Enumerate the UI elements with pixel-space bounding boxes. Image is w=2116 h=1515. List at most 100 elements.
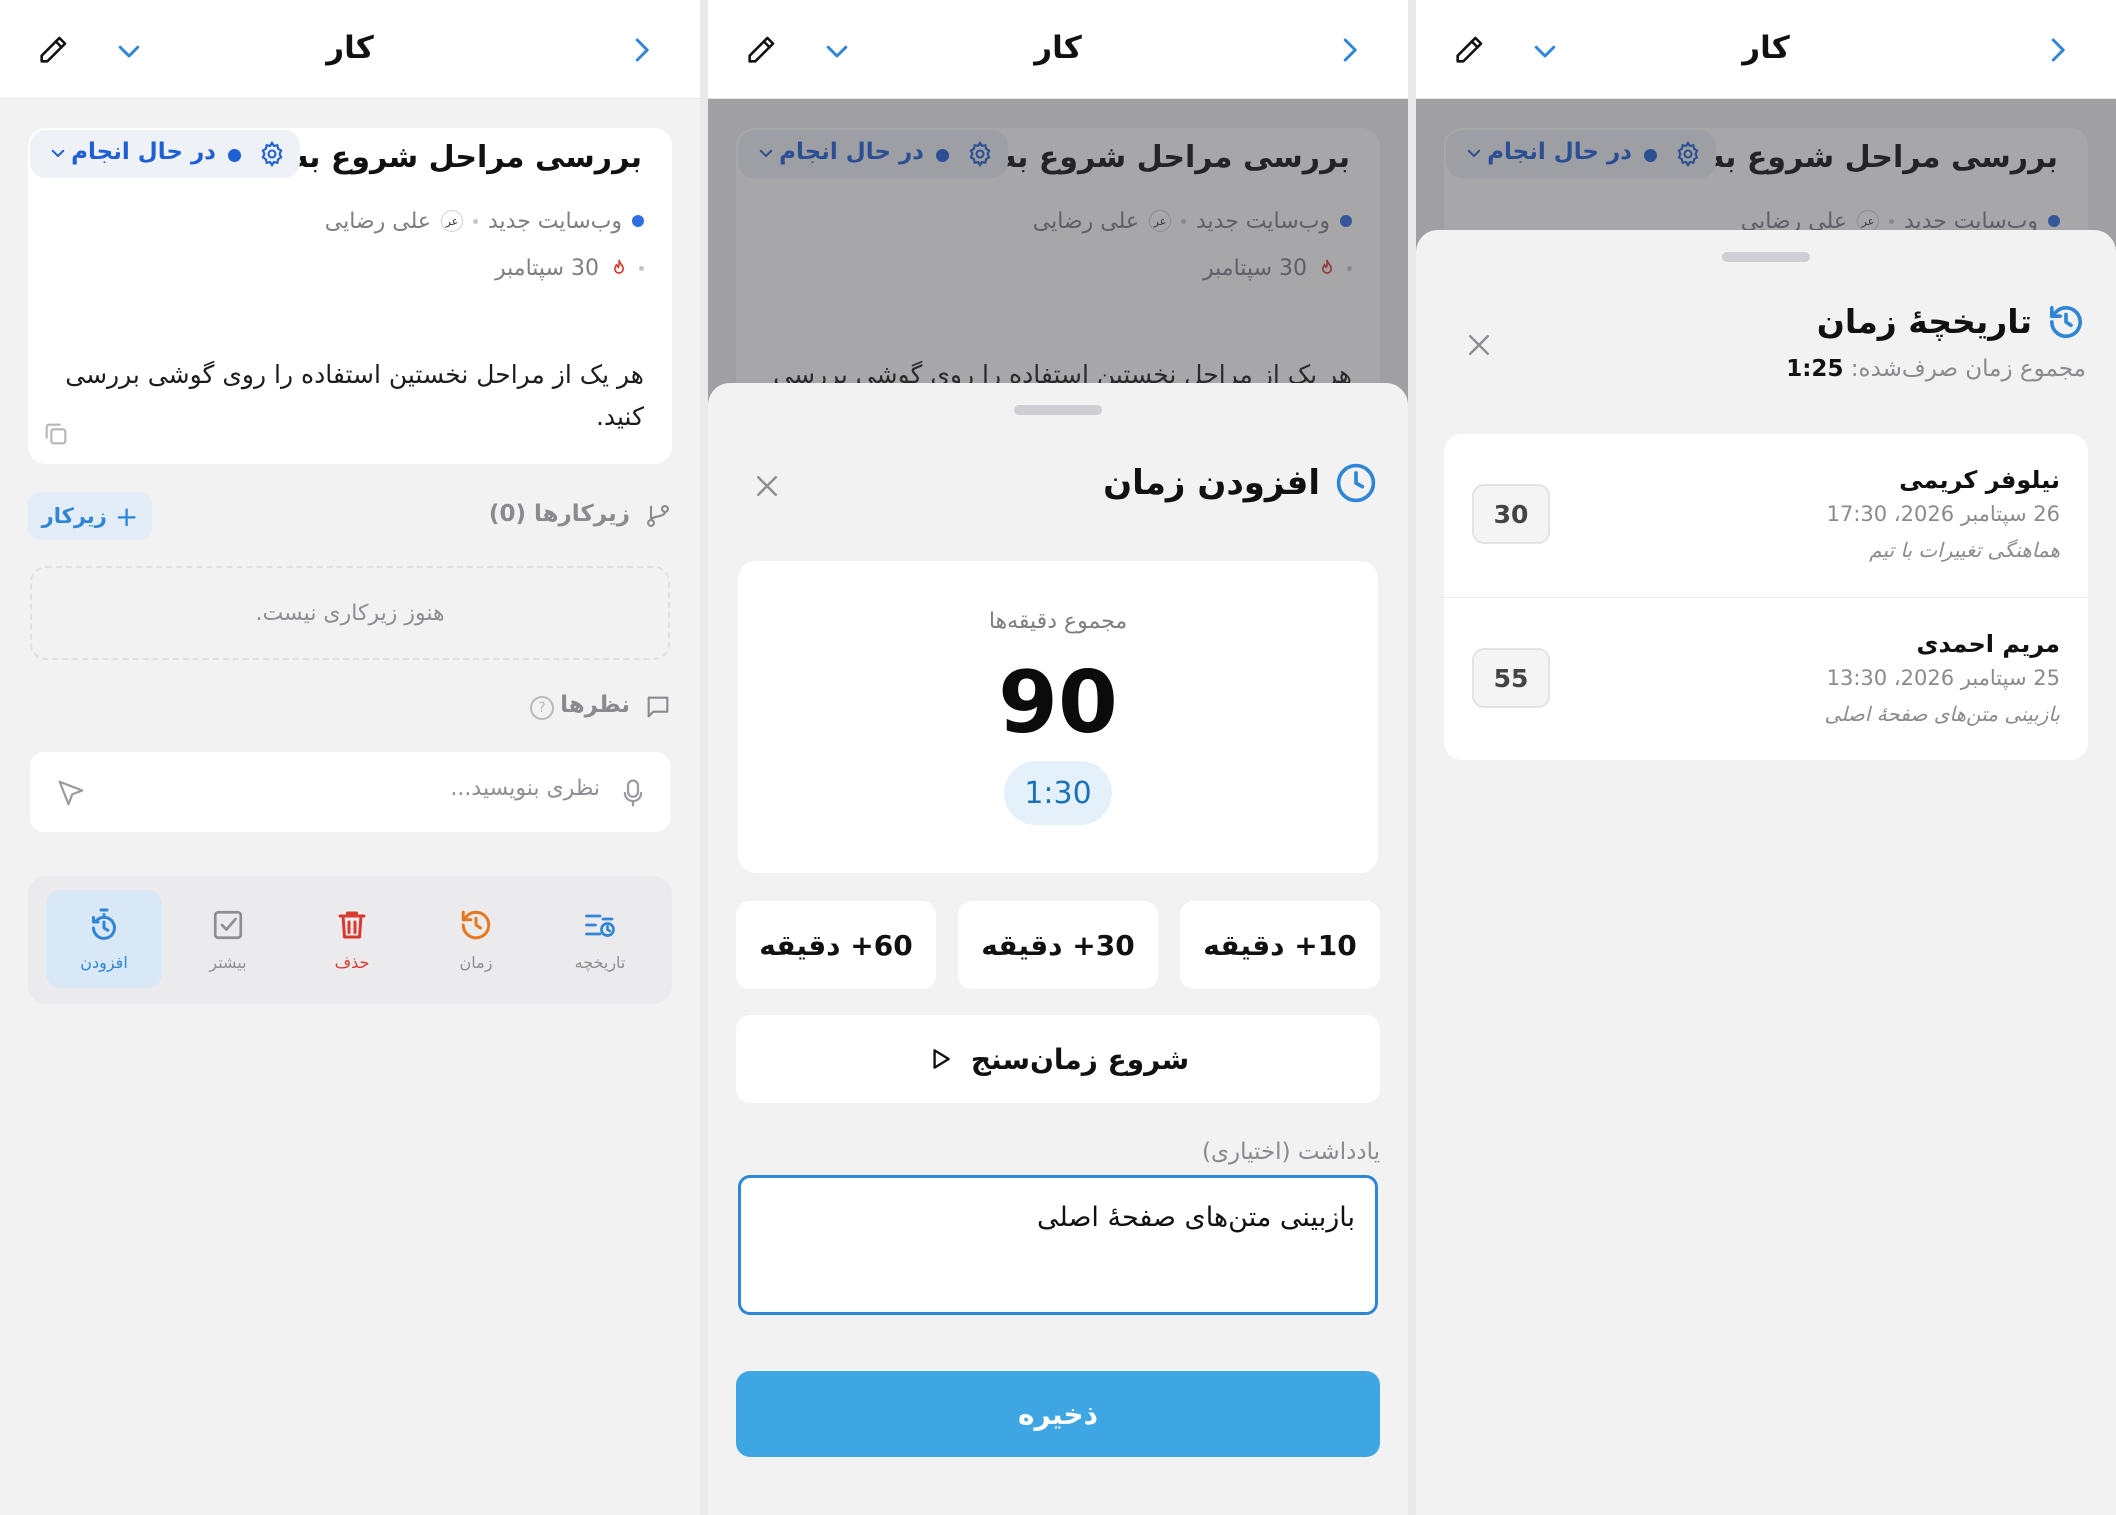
play-icon	[933, 1049, 950, 1069]
save-button[interactable]: ذخیره	[736, 1371, 1380, 1457]
screen-task-detail: کار بررسی مراحل شروع به کار در حال انجام…	[0, 0, 700, 1515]
minutes-summary-card: مجموع دقیقه‌ها 90 1:30	[738, 561, 1378, 873]
add-time-sheet: افزودن زمان مجموع دقیقه‌ها 90 1:30 10+ د…	[708, 383, 1408, 1515]
chevron-down-icon[interactable]	[112, 36, 146, 66]
close-icon[interactable]	[1464, 330, 1494, 360]
sheet-drag-handle[interactable]	[1014, 405, 1102, 415]
chevron-down-icon[interactable]	[1528, 36, 1562, 66]
pencil-icon[interactable]	[1452, 33, 1486, 67]
history-action-button[interactable]: تاریخچه	[542, 890, 658, 988]
entry-datetime: 25 سپتامبر 2026، 13:30	[1826, 666, 2060, 690]
comment-placeholder: نظری بنویسید...	[450, 776, 600, 801]
copy-icon[interactable]	[42, 420, 70, 448]
time-action-button[interactable]: زمان	[418, 890, 534, 988]
time-history-sheet: تاریخچهٔ زمان مجموع زمان صرف‌شده: 1:25 ن…	[1416, 230, 2116, 1515]
list-item[interactable]: نیلوفر کریمی 26 سپتامبر 2026، 17:30 هماه…	[1444, 434, 2088, 596]
trash-icon	[338, 911, 366, 938]
screen-divider	[1408, 0, 1416, 1515]
sheet-drag-handle[interactable]	[1722, 252, 1810, 262]
comment-bubble-icon	[647, 696, 669, 718]
total-time-label: مجموع زمان صرف‌شده:	[1850, 356, 2086, 382]
checkbox-icon	[213, 910, 243, 939]
pencil-icon[interactable]	[36, 33, 70, 67]
start-timer-button[interactable]: شروع زمان‌سنج	[736, 1015, 1380, 1103]
microphone-icon[interactable]	[622, 778, 644, 808]
screen-divider	[700, 0, 708, 1515]
due-date: 30 سپتامبر	[495, 255, 599, 281]
subtasks-label: زیرکارها (0)	[488, 501, 630, 527]
add-time-action-button[interactable]: افزودن	[46, 890, 162, 988]
task-due-row: 30 سپتامبر	[495, 253, 644, 283]
status-label: در حال انجام	[71, 139, 216, 165]
delete-action-label: حذف	[334, 952, 370, 972]
add-10-minutes-button[interactable]: 10+ دقیقه	[1180, 901, 1380, 989]
pencil-icon[interactable]	[744, 33, 778, 67]
separator-dot	[639, 265, 644, 271]
chevron-down-icon	[51, 149, 65, 157]
avatar: عر	[440, 210, 463, 232]
clock-icon	[1336, 463, 1376, 503]
add-60-minutes-button[interactable]: 60+ دقیقه	[736, 901, 936, 989]
status-dot	[228, 149, 241, 162]
page-title: کار	[1742, 30, 1790, 66]
app-header: کار	[708, 0, 1408, 99]
note-textarea[interactable]: بازبینی متن‌های صفحهٔ اصلی	[738, 1175, 1378, 1315]
plus-icon: +	[114, 499, 139, 533]
list-item[interactable]: مریم احمدی 25 سپتامبر 2026، 13:30 بازبین…	[1444, 597, 2088, 759]
timer-add-icon	[92, 908, 116, 940]
comments-header: نظرها ?	[28, 688, 672, 728]
hours-chip: 1:30	[1004, 761, 1112, 825]
entry-datetime: 26 سپتامبر 2026، 17:30	[1826, 502, 2060, 526]
separator-dot	[472, 218, 478, 224]
subtasks-empty-state: هنوز زیرکاری نیست.	[30, 566, 670, 660]
entry-minutes-badge: 30	[1472, 484, 1550, 544]
add-subtask-label: زیرکار	[41, 504, 107, 528]
branch-icon	[647, 505, 669, 527]
app-header: کار	[1416, 0, 2116, 99]
comment-input[interactable]: نظری بنویسید...	[30, 752, 670, 832]
entry-user-name: نیلوفر کریمی	[1899, 466, 2060, 494]
history-action-label: تاریخچه	[574, 952, 626, 972]
more-action-button[interactable]: بیشتر	[170, 890, 286, 988]
total-time-value: 1:25	[1786, 356, 1844, 382]
task-meta-row: وب‌سایت جدید عر علی رضایی	[325, 206, 644, 236]
project-name: وب‌سایت جدید	[487, 208, 622, 234]
app-header: کار	[0, 0, 700, 99]
project-color-dot	[632, 215, 644, 227]
quick-add-row: 10+ دقیقه 30+ دقیقه 60+ دقیقه	[736, 901, 1380, 989]
status-dropdown[interactable]: در حال انجام	[30, 130, 300, 178]
total-time-row: مجموع زمان صرف‌شده: 1:25	[1786, 356, 2086, 382]
delete-action-button[interactable]: حذف	[294, 890, 410, 988]
add-subtask-button[interactable]: + زیرکار	[28, 492, 152, 540]
time-history-list: نیلوفر کریمی 26 سپتامبر 2026، 17:30 هماه…	[1444, 434, 2088, 760]
history-list-icon	[585, 914, 615, 937]
start-timer-label: شروع زمان‌سنج	[970, 1042, 1190, 1076]
clock-rewind-icon	[461, 910, 491, 939]
send-icon[interactable]	[56, 778, 86, 808]
subtasks-header: زیرکارها (0) + زیرکار	[28, 492, 672, 542]
entry-note: هماهنگی تغییرات با تیم	[1869, 538, 2060, 562]
screen-time-history: کار بررسی مراحل شروع به کار در حال انجام…	[1416, 0, 2116, 1515]
add-time-action-label: افزودن	[80, 952, 128, 972]
page-title: کار	[1034, 30, 1082, 66]
minutes-label: مجموع دقیقه‌ها	[988, 609, 1128, 634]
chevron-down-icon[interactable]	[820, 36, 854, 66]
close-icon[interactable]	[752, 471, 782, 501]
assignee-name: علی رضایی	[324, 208, 431, 234]
history-clock-icon	[2050, 306, 2082, 339]
gear-icon[interactable]	[258, 140, 286, 168]
action-bar: تاریخچه زمان حذف بیشتر افزودن	[28, 876, 672, 1004]
chevron-right-icon[interactable]	[2042, 32, 2072, 68]
add-30-minutes-button[interactable]: 30+ دقیقه	[958, 901, 1158, 989]
chevron-right-icon[interactable]	[626, 32, 656, 68]
time-action-label: زمان	[459, 952, 493, 972]
more-action-label: بیشتر	[209, 952, 247, 972]
chevron-right-icon[interactable]	[1334, 32, 1364, 68]
screen-add-time: کار بررسی مراحل شروع به کار در حال انجام…	[708, 0, 1408, 1515]
minutes-value: 90	[998, 653, 1118, 753]
entry-note: بازبینی متن‌های صفحهٔ اصلی	[1824, 702, 2060, 726]
sheet-title: تاریخچهٔ زمان	[1816, 302, 2032, 341]
task-description: هر یک از مراحل نخستین استفاده را روی گوش…	[65, 360, 644, 431]
help-icon[interactable]: ?	[530, 696, 554, 720]
sheet-title: افزودن زمان	[1103, 463, 1320, 503]
